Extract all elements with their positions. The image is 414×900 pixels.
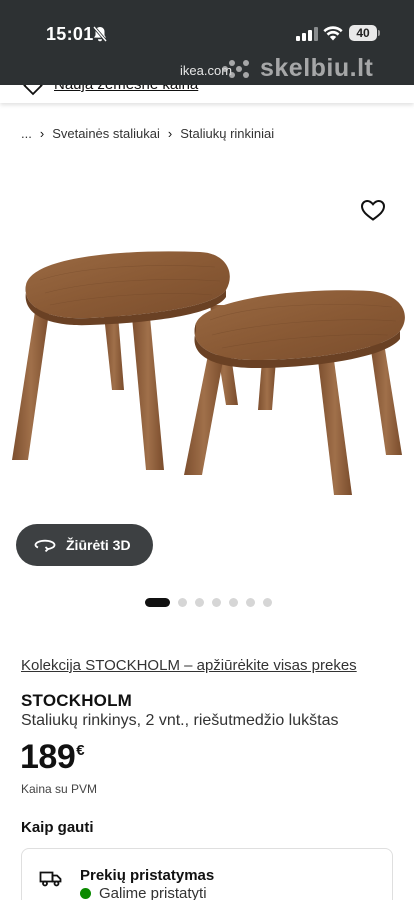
battery-indicator: 40 bbox=[349, 25, 377, 41]
product-price: 189 € bbox=[20, 738, 85, 777]
breadcrumb-item-staliuku-rinkiniai[interactable]: Staliukų rinkiniai bbox=[180, 126, 274, 141]
view-3d-label: Žiūrėti 3D bbox=[66, 537, 131, 553]
view-3d-button[interactable]: Žiūrėti 3D bbox=[16, 524, 153, 566]
price-value: 189 bbox=[20, 738, 76, 776]
carousel-dot[interactable] bbox=[212, 598, 221, 607]
promo-banner: Nauja žemesnė kaina bbox=[0, 85, 414, 103]
promo-link[interactable]: Nauja žemesnė kaina bbox=[54, 85, 198, 93]
delivery-status: Galime pristatyti bbox=[80, 885, 207, 900]
product-name: STOCKHOLM bbox=[21, 691, 133, 710]
how-to-get-title: Kaip gauti bbox=[21, 819, 94, 836]
carousel-dot[interactable] bbox=[246, 598, 255, 607]
breadcrumb-item-svetaines-staliukai[interactable]: Svetainės staliukai bbox=[52, 126, 160, 141]
price-tag-icon bbox=[23, 85, 43, 96]
carousel-dot[interactable] bbox=[178, 598, 187, 607]
product-image[interactable] bbox=[0, 155, 414, 580]
carousel-dot[interactable] bbox=[195, 598, 204, 607]
breadcrumb-ellipsis[interactable]: ... bbox=[21, 126, 32, 141]
truck-icon bbox=[39, 871, 62, 887]
rotate-3d-icon bbox=[34, 539, 56, 552]
breadcrumb-separator-icon: › bbox=[39, 126, 45, 141]
image-carousel-dots bbox=[145, 598, 272, 607]
carousel-dot[interactable] bbox=[145, 598, 170, 607]
bell-off-icon bbox=[93, 26, 107, 42]
price-note: Kaina su PVM bbox=[21, 782, 98, 796]
breadcrumb: ... › Svetainės staliukai › Staliukų rin… bbox=[21, 126, 274, 141]
heart-icon[interactable] bbox=[360, 198, 386, 222]
status-bar: 15:01 40 ikea.com skelbiu.lt bbox=[0, 0, 414, 85]
delivery-option-card[interactable]: Prekių pristatymas Galime pristatyti bbox=[21, 848, 393, 900]
breadcrumb-separator-icon: › bbox=[167, 126, 173, 141]
delivery-title: Prekių pristatymas bbox=[80, 867, 215, 884]
product-description: Staliukų rinkinys, 2 vnt., riešutmedžio … bbox=[21, 712, 339, 729]
carousel-dot[interactable] bbox=[263, 598, 272, 607]
status-dot-icon bbox=[80, 888, 91, 899]
battery-tip bbox=[378, 30, 380, 36]
wifi-icon bbox=[323, 26, 343, 41]
price-currency: € bbox=[76, 742, 85, 759]
watermark-text: skelbiu.lt bbox=[260, 54, 374, 82]
signal-icon bbox=[296, 27, 318, 41]
delivery-status-text: Galime pristatyti bbox=[99, 885, 207, 900]
status-time: 15:01 bbox=[46, 24, 94, 44]
watermark: skelbiu.lt bbox=[220, 54, 373, 83]
watermark-logo-icon bbox=[222, 59, 249, 78]
carousel-dot[interactable] bbox=[229, 598, 238, 607]
collection-link[interactable]: Kolekcija STOCKHOLM – apžiūrėkite visas … bbox=[21, 657, 357, 674]
